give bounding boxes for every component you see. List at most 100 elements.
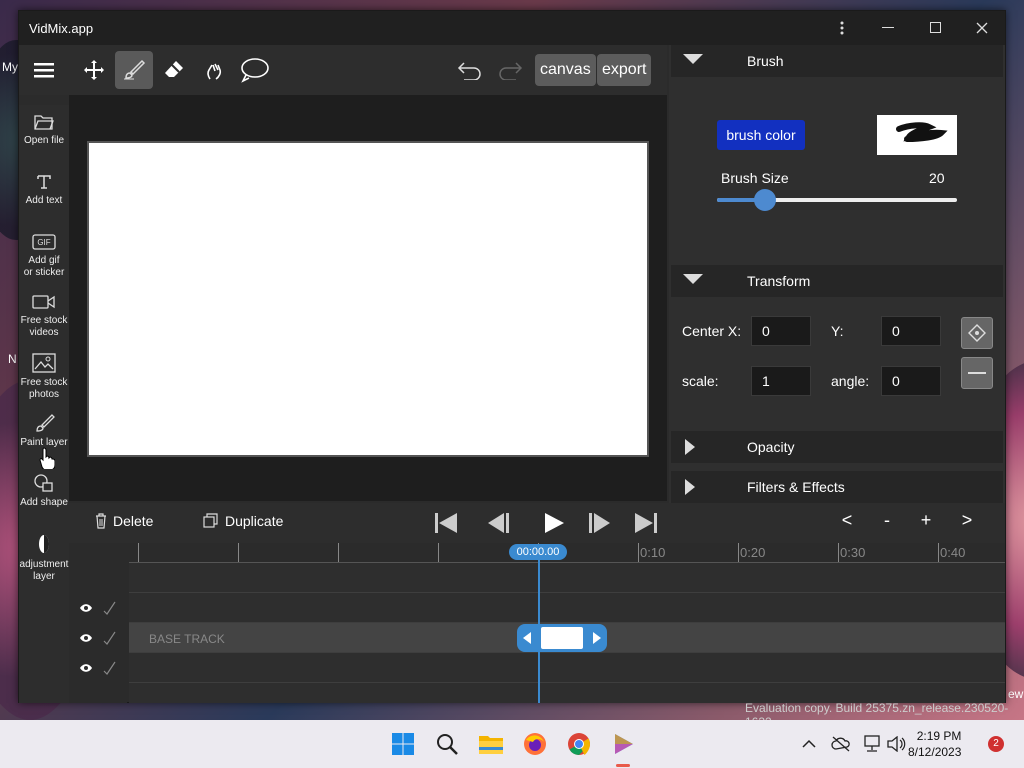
left-sidebar: Open file Add text GIF Add gif or sticke… xyxy=(19,105,69,703)
anchor-button[interactable] xyxy=(961,317,993,349)
move-icon[interactable] xyxy=(75,51,113,89)
sidebar-item-add-gif[interactable]: GIF Add gif or sticker xyxy=(19,233,69,279)
ruler-tick-label: 0:30 xyxy=(840,545,866,560)
brush-size-label: Brush Size xyxy=(721,170,789,186)
canvas-button[interactable]: canvas xyxy=(535,54,596,86)
undo-icon[interactable] xyxy=(451,51,489,89)
eye-icon[interactable] xyxy=(79,663,93,673)
active-app-indicator xyxy=(616,764,630,767)
search-icon[interactable] xyxy=(433,730,461,758)
cloud-offline-icon[interactable] xyxy=(827,730,855,758)
keyframe-curve-icon[interactable] xyxy=(103,661,117,675)
angle-label: angle: xyxy=(831,373,870,389)
eye-icon[interactable] xyxy=(79,633,93,643)
paintbrush-icon xyxy=(36,414,55,432)
step-forward-icon[interactable] xyxy=(587,511,613,535)
close-button[interactable] xyxy=(971,17,993,39)
track-row[interactable] xyxy=(129,563,1005,593)
step-back-icon[interactable] xyxy=(485,511,511,535)
sidebar-item-adjustment-layer[interactable]: adjustment layer xyxy=(19,533,69,583)
top-toolbar: canvas export xyxy=(19,45,667,95)
firefox-icon[interactable] xyxy=(521,730,549,758)
sidebar-item-add-text[interactable]: Add text xyxy=(19,173,69,207)
adjustment-icon xyxy=(39,535,49,553)
menu-icon[interactable] xyxy=(25,51,63,89)
desktop-icon-label: My xyxy=(2,60,18,74)
sidebar-item-label: Add shape xyxy=(20,497,68,508)
keyframe-curve-icon[interactable] xyxy=(103,631,117,645)
sidebar-item-stock-videos[interactable]: Free stock videos xyxy=(19,293,69,339)
desktop-icon-label: N xyxy=(8,352,17,366)
sidebar-item-open-file[interactable]: Open file xyxy=(19,113,69,147)
vidmix-app-icon[interactable] xyxy=(609,730,637,758)
trim-right-handle-icon[interactable] xyxy=(593,632,601,644)
trim-left-handle-icon[interactable] xyxy=(523,632,531,644)
base-track-row[interactable]: BASE TRACK xyxy=(129,623,1005,653)
zoom-in-button[interactable]: + xyxy=(916,510,936,531)
track-2-controls xyxy=(69,623,127,653)
scroll-left-button[interactable]: < xyxy=(837,510,857,531)
skip-to-start-icon[interactable] xyxy=(433,511,459,535)
slider-handle[interactable] xyxy=(754,189,776,211)
filters-section-header[interactable]: Filters & Effects xyxy=(671,471,1003,503)
minimize-button[interactable] xyxy=(877,17,899,39)
smudge-icon[interactable] xyxy=(195,51,233,89)
file-explorer-icon[interactable] xyxy=(477,730,505,758)
sidebar-item-label: Free stock xyxy=(20,377,68,388)
angle-field[interactable]: 0 xyxy=(881,366,941,396)
export-button[interactable]: export xyxy=(597,54,652,86)
ruler-tick-label: 0:10 xyxy=(640,545,666,560)
center-x-field[interactable]: 0 xyxy=(751,316,811,346)
chrome-icon[interactable] xyxy=(565,730,593,758)
lasso-icon[interactable] xyxy=(235,51,273,89)
zoom-out-button[interactable]: - xyxy=(877,510,897,531)
transform-section-header[interactable]: Transform xyxy=(671,265,1003,297)
sidebar-item-label: Free stock xyxy=(20,315,68,326)
playhead[interactable] xyxy=(538,560,540,703)
timeline-ruler[interactable]: 0:10 0:20 0:30 0:40 xyxy=(129,543,1005,563)
sidebar-item-label: layer xyxy=(33,571,55,582)
scale-field[interactable]: 1 xyxy=(751,366,811,396)
app-window: VidMix.app canvas export Open file Add t… xyxy=(18,10,1006,703)
play-icon[interactable] xyxy=(541,511,567,535)
sidebar-item-paint-layer[interactable]: Paint layer xyxy=(19,413,69,449)
more-options-icon[interactable] xyxy=(831,17,853,39)
track-row[interactable] xyxy=(129,593,1005,623)
windows-start-icon[interactable] xyxy=(389,730,417,758)
delete-button[interactable]: Delete xyxy=(95,513,153,529)
reset-angle-button[interactable] xyxy=(961,357,993,389)
ruler-tick-label: 0:20 xyxy=(740,545,766,560)
video-icon xyxy=(32,295,55,309)
sidebar-item-stock-photos[interactable]: Free stock photos xyxy=(19,353,69,401)
system-clock[interactable]: 2:19 PM 8/12/2023 xyxy=(908,728,961,760)
brush-section-header[interactable]: Brush xyxy=(671,45,1003,77)
eraser-icon[interactable] xyxy=(155,51,193,89)
brush-tool-icon[interactable] xyxy=(115,51,153,89)
drawing-canvas[interactable] xyxy=(87,141,649,457)
volume-icon[interactable] xyxy=(882,730,910,758)
duplicate-button[interactable]: Duplicate xyxy=(203,513,283,529)
brush-color-button[interactable]: brush color xyxy=(717,120,805,150)
taskbar: 2:19 PM 8/12/2023 2 xyxy=(0,720,1024,768)
sidebar-item-label: or sticker xyxy=(23,267,65,278)
chevron-up-icon[interactable] xyxy=(795,730,823,758)
maximize-button[interactable] xyxy=(925,17,947,39)
scroll-right-button[interactable]: > xyxy=(957,510,977,531)
skip-to-end-icon[interactable] xyxy=(633,511,659,535)
ruler-tick-label: 0:40 xyxy=(940,545,966,560)
track-row[interactable] xyxy=(129,653,1005,683)
timeline-clip[interactable] xyxy=(517,624,607,652)
keyframe-curve-icon[interactable] xyxy=(103,601,117,615)
title-bar: VidMix.app xyxy=(19,11,1005,45)
eye-icon[interactable] xyxy=(79,603,93,613)
notification-badge[interactable]: 2 xyxy=(988,736,1004,752)
sidebar-item-add-shape[interactable]: Add shape xyxy=(19,473,69,509)
y-field[interactable]: 0 xyxy=(881,316,941,346)
section-title: Transform xyxy=(747,273,811,289)
redo-icon[interactable] xyxy=(491,51,529,89)
opacity-section-header[interactable]: Opacity xyxy=(671,431,1003,463)
track-3-controls xyxy=(69,653,127,683)
brush-size-slider[interactable] xyxy=(717,198,957,202)
section-title: Opacity xyxy=(747,439,795,455)
scale-label: scale: xyxy=(682,373,719,389)
